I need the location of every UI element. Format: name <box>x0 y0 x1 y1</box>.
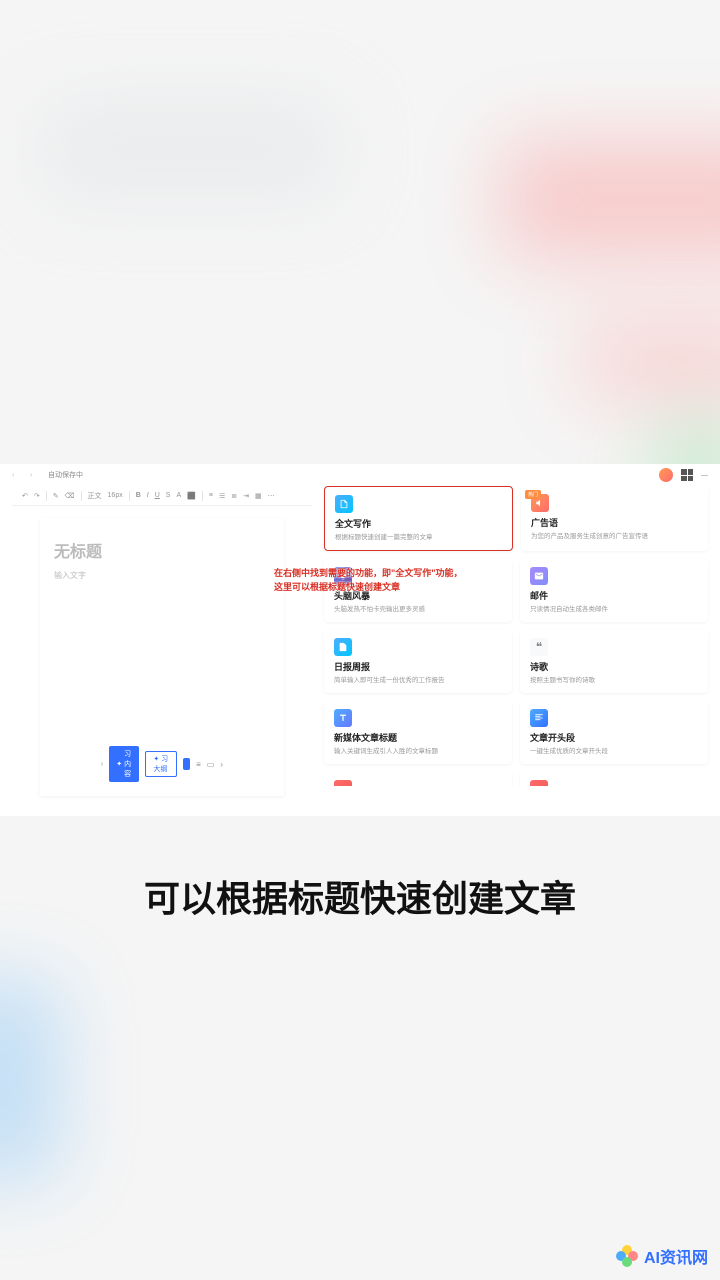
card-title: 全文写作 <box>335 517 502 530</box>
card-title: 广告语 <box>531 516 698 529</box>
highlight-icon[interactable]: ⬛ <box>187 492 196 500</box>
more-icon[interactable]: ⋯ <box>268 492 275 500</box>
chevron-right-icon[interactable]: › <box>220 760 223 769</box>
card-partial[interactable] <box>324 772 512 786</box>
sparkle-icon: ✦ <box>153 756 159 763</box>
list-icon[interactable]: ☰ <box>219 492 225 500</box>
card-title: 诗歌 <box>530 660 698 673</box>
document-canvas[interactable]: 无标题 输入文字 ✦ 习内容 ✦ 习大纲 ≡ ▭ › <box>40 518 284 796</box>
text-color-icon[interactable]: A <box>176 492 181 499</box>
red-icon <box>334 780 352 786</box>
align-icon[interactable]: ≡ <box>196 760 201 769</box>
sparkle-icon: ✦ <box>116 760 122 768</box>
card-title: 日报周报 <box>334 660 502 673</box>
paragraph-style[interactable]: 正文 <box>88 491 102 501</box>
card-opening-para[interactable]: 文章开头段 一键生成优质的文章开头段 <box>520 701 708 764</box>
back-icon[interactable]: ‹ <box>12 472 22 479</box>
doc-title-input[interactable]: 无标题 <box>54 538 270 562</box>
redo-icon[interactable]: ↷ <box>34 492 40 500</box>
card-desc: 只读情况自动生成各类邮件 <box>530 605 698 614</box>
flower-icon <box>616 1245 638 1267</box>
undo-icon[interactable]: ↶ <box>22 492 28 500</box>
video-caption: 可以根据标题快速创建文章 <box>0 870 720 922</box>
card-desc: 按照主题书写你的诗歌 <box>530 676 698 685</box>
editor-footer-toolbar: ✦ 习内容 ✦ 习大纲 ≡ ▭ › <box>101 746 223 782</box>
autosave-status: 自动保存中 <box>48 470 83 480</box>
table-icon[interactable]: ▦ <box>255 492 262 500</box>
report-icon <box>334 638 352 656</box>
apps-icon[interactable] <box>681 469 693 481</box>
ai-outline-button[interactable]: ✦ 习大纲 <box>145 751 177 777</box>
paragraph-icon <box>530 709 548 727</box>
clear-format-icon[interactable]: ⌫ <box>65 492 75 500</box>
card-desc: 头脑发热不怕卡壳输出更多灵感 <box>334 605 502 614</box>
ai-content-button[interactable]: ✦ 习内容 <box>109 746 139 782</box>
quote-icon: ❝ <box>530 638 548 656</box>
app-window: ‹ › 自动保存中 — ↶ ↷ ✎ ⌫ 正文 16px B I U S <box>0 464 720 816</box>
format-paint-icon[interactable]: ✎ <box>53 492 59 500</box>
minimize-icon[interactable]: — <box>701 472 708 479</box>
bold-icon[interactable]: B <box>136 492 141 499</box>
card-partial[interactable] <box>520 772 708 786</box>
editor-pane: ↶ ↷ ✎ ⌫ 正文 16px B I U S A ⬛ ≡ ☰ ≣ ⇥ <box>12 486 312 808</box>
forward-icon[interactable]: › <box>30 472 40 479</box>
card-desc: 输入关键词生成引人入胜的文章标题 <box>334 747 502 756</box>
align-icon[interactable]: ≡ <box>209 492 213 499</box>
card-poem[interactable]: ❝ 诗歌 按照主题书写你的诗歌 <box>520 630 708 693</box>
title-bar: ‹ › 自动保存中 — <box>0 464 720 486</box>
headline-icon <box>334 709 352 727</box>
strike-icon[interactable]: S <box>166 492 171 499</box>
doc-body-placeholder[interactable]: 输入文字 <box>54 570 270 581</box>
card-desc: 根据标题快速创建一篇完整的文章 <box>335 533 502 542</box>
card-desc: 为您的产品及服务生成创意的广告宣传语 <box>531 532 698 541</box>
avatar[interactable] <box>659 468 673 482</box>
format-toolbar: ↶ ↷ ✎ ⌫ 正文 16px B I U S A ⬛ ≡ ☰ ≣ ⇥ <box>12 486 312 506</box>
square-button[interactable] <box>183 758 190 770</box>
red-icon <box>530 780 548 786</box>
card-ad-slogan[interactable]: 热门 广告语 为您的产品及服务生成创意的广告宣传语 <box>521 486 708 551</box>
card-report[interactable]: 日报周报 简单输入即可生成一份优秀的工作报告 <box>324 630 512 693</box>
card-desc: 简单输入即可生成一份优秀的工作报告 <box>334 676 502 685</box>
card-full-writing[interactable]: 全文写作 根据标题快速创建一篇完整的文章 <box>324 486 513 551</box>
numbered-list-icon[interactable]: ≣ <box>231 492 237 500</box>
font-size[interactable]: 16px <box>108 492 123 499</box>
doc-icon <box>335 495 353 513</box>
card-email[interactable]: 邮件 只读情况自动生成各类邮件 <box>520 559 708 622</box>
indent-icon[interactable]: ⇥ <box>243 492 249 500</box>
mail-icon <box>530 567 548 585</box>
annotation-text: 在右侧中找到需要的功能，即"全文写作"功能， 这里可以根据标题快速创建文章 <box>274 567 463 594</box>
italic-icon[interactable]: I <box>147 492 149 499</box>
watermark: AI资讯网 <box>616 1244 708 1268</box>
page-indicator <box>101 762 103 766</box>
card-desc: 一键生成优质的文章开头段 <box>530 747 698 756</box>
card-title: 文章开头段 <box>530 731 698 744</box>
card-icon[interactable]: ▭ <box>207 760 215 769</box>
card-media-title[interactable]: 新媒体文章标题 输入关键词生成引人入胜的文章标题 <box>324 701 512 764</box>
templates-panel: 全文写作 根据标题快速创建一篇完整的文章 热门 广告语 为您的产品及服务生成创意… <box>324 486 708 808</box>
card-title: 邮件 <box>530 589 698 602</box>
card-title: 新媒体文章标题 <box>334 731 502 744</box>
underline-icon[interactable]: U <box>155 492 160 499</box>
hot-badge: 热门 <box>525 490 541 499</box>
